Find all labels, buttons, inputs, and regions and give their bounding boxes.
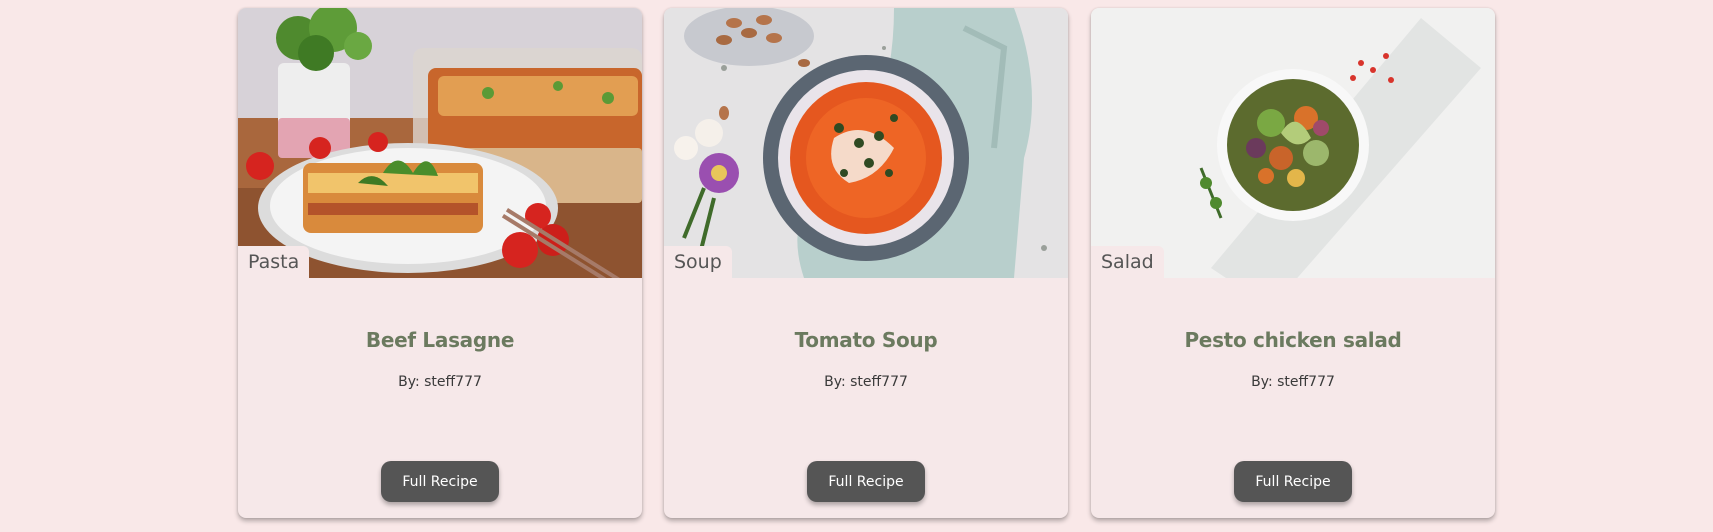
full-recipe-button[interactable]: Full Recipe [1234,461,1352,502]
beef-lasagne-photo [238,8,642,278]
tomato-soup-photo [664,8,1068,278]
pesto-chicken-salad-photo [1091,8,1495,278]
category-tag: Soup [664,246,732,278]
recipe-author: By: steff777 [824,374,908,390]
recipe-image: Pasta [238,8,642,278]
recipe-author: By: steff777 [398,374,482,390]
recipe-title: Beef Lasagne [365,328,515,352]
category-tag: Salad [1091,246,1164,278]
recipe-card: Salad Pesto chicken salad By: steff777 F… [1091,8,1495,518]
full-recipe-button[interactable]: Full Recipe [807,461,925,502]
recipe-cards-grid: Pasta Beef Lasagne By: steff777 Full Rec… [0,0,1713,532]
category-tag: Pasta [238,246,310,278]
full-recipe-button[interactable]: Full Recipe [381,461,499,502]
recipe-image: Soup [664,8,1068,278]
recipe-title: Pesto chicken salad [1184,328,1402,352]
recipe-title: Tomato Soup [794,328,938,352]
recipe-author: By: steff777 [1251,374,1335,390]
recipe-image: Salad [1091,8,1495,278]
recipe-card: Pasta Beef Lasagne By: steff777 Full Rec… [238,8,642,518]
recipe-card: Soup Tomato Soup By: steff777 Full Recip… [664,8,1068,518]
